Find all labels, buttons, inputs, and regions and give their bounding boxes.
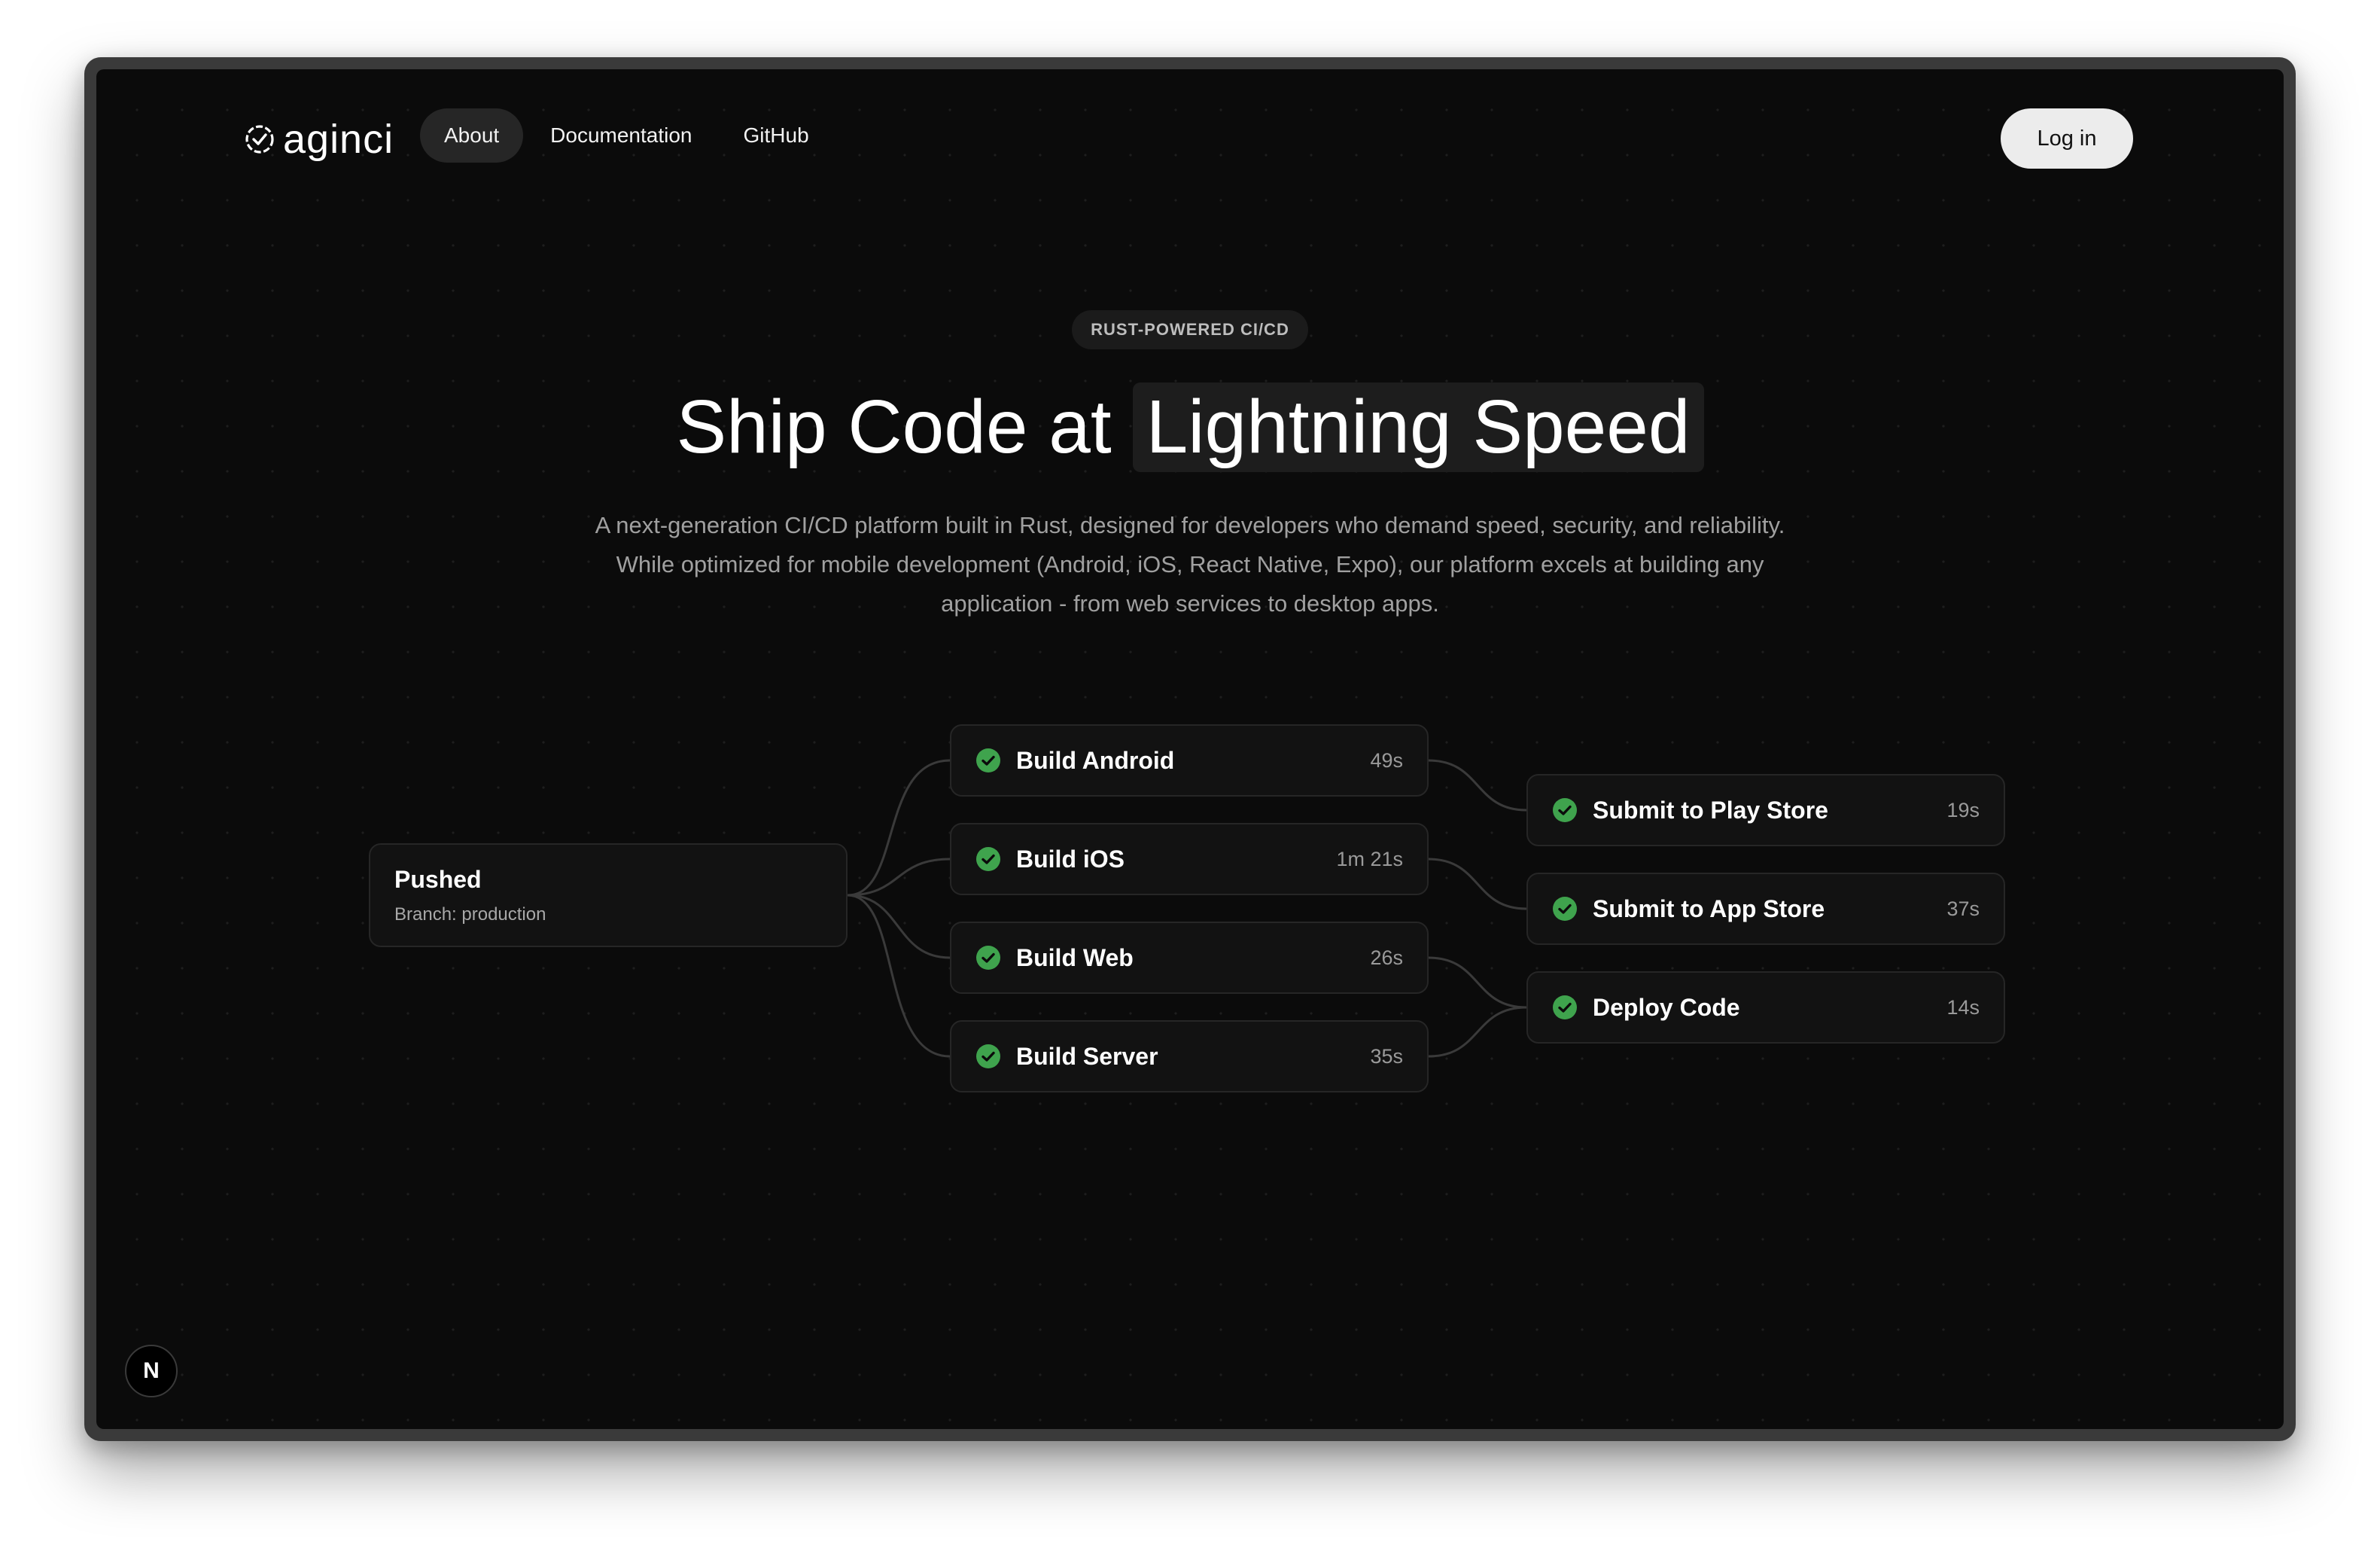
deploy-step-app-store[interactable]: Submit to App Store 37s xyxy=(1526,873,2005,945)
main-nav: About Documentation GitHub xyxy=(420,108,836,163)
brand-name: aginci xyxy=(283,117,394,162)
step-duration: 49s xyxy=(1370,748,1403,772)
edge-android-play xyxy=(1428,759,1527,812)
success-check-icon xyxy=(1553,995,1577,1019)
deploy-step-play-store[interactable]: Submit to Play Store 19s xyxy=(1526,774,2005,846)
hero-title: Ship Code at Lightning Speed xyxy=(96,378,2284,476)
step-duration: 1m 21s xyxy=(1336,847,1403,870)
step-label: Submit to App Store xyxy=(1593,894,1825,922)
brand-logo[interactable]: aginci xyxy=(244,114,394,164)
success-check-icon xyxy=(976,1044,1000,1068)
nav-about[interactable]: About xyxy=(420,108,524,163)
source-title: Pushed xyxy=(394,865,482,893)
edge-pushed-server xyxy=(847,894,951,1058)
edge-ios-appstore xyxy=(1428,858,1527,910)
hero-title-plain: Ship Code at xyxy=(676,384,1112,469)
browser-frame: aginci About Documentation GitHub Log in… xyxy=(84,57,2296,1441)
edge-pushed-android xyxy=(847,759,951,897)
source-branch: Branch: production xyxy=(394,903,546,925)
hero-badge: RUST-POWERED CI/CD xyxy=(1072,310,1308,349)
edge-web-deploy xyxy=(1428,956,1527,1009)
step-label: Build Android xyxy=(1016,746,1175,774)
step-duration: 37s xyxy=(1946,897,1980,920)
step-label: Deploy Code xyxy=(1593,993,1740,1021)
nav-documentation[interactable]: Documentation xyxy=(526,108,716,163)
hero-description: A next-generation CI/CD platform built i… xyxy=(595,512,1785,617)
dev-tools-button[interactable]: N xyxy=(125,1345,178,1397)
step-label: Build iOS xyxy=(1016,845,1125,873)
step-duration: 19s xyxy=(1946,798,1980,821)
nav-github[interactable]: GitHub xyxy=(720,108,833,163)
build-step-server[interactable]: Build Server 35s xyxy=(950,1020,1429,1092)
success-check-icon xyxy=(976,946,1000,970)
step-duration: 35s xyxy=(1370,1044,1403,1068)
build-step-ios[interactable]: Build iOS 1m 21s xyxy=(950,823,1429,895)
edge-pushed-web xyxy=(847,894,951,959)
build-step-web[interactable]: Build Web 26s xyxy=(950,922,1429,994)
success-check-icon xyxy=(1553,798,1577,822)
success-check-icon xyxy=(1553,897,1577,921)
step-label: Submit to Play Store xyxy=(1593,796,1828,824)
login-button[interactable]: Log in xyxy=(2001,108,2133,169)
deploy-step-deploy-code[interactable]: Deploy Code 14s xyxy=(1526,971,2005,1044)
edge-server-deploy xyxy=(1428,1006,1527,1058)
hero-title-highlight: Lightning Speed xyxy=(1132,382,1704,472)
build-step-android[interactable]: Build Android 49s xyxy=(950,724,1429,797)
step-label: Build Server xyxy=(1016,1042,1158,1070)
check-circle-icon xyxy=(245,125,274,154)
step-label: Build Web xyxy=(1016,943,1134,971)
success-check-icon xyxy=(976,748,1000,772)
step-duration: 14s xyxy=(1946,995,1980,1019)
success-check-icon xyxy=(976,847,1000,871)
page: aginci About Documentation GitHub Log in… xyxy=(96,69,2284,1429)
step-duration: 26s xyxy=(1370,946,1403,969)
pipeline-source-card[interactable]: Pushed Branch: production xyxy=(369,843,848,947)
